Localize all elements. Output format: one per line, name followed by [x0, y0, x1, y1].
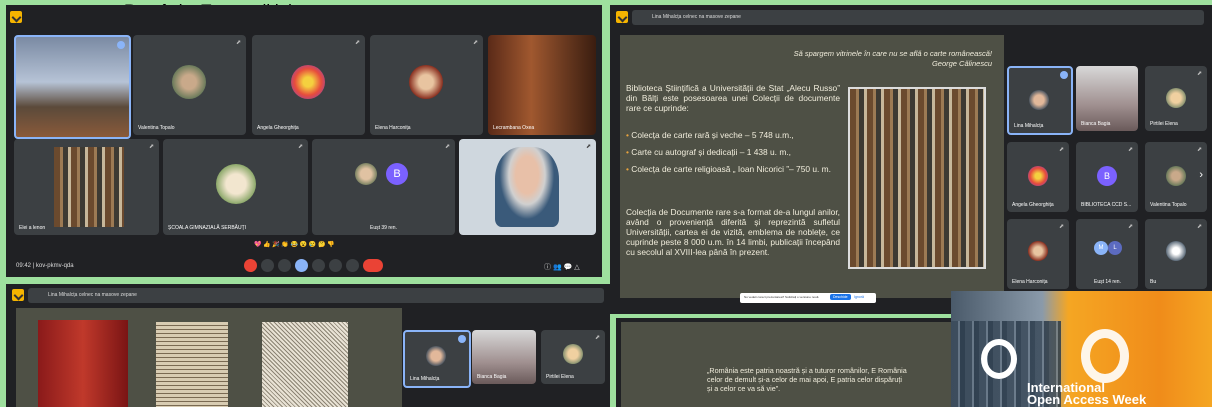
- emoji-button[interactable]: [312, 259, 325, 272]
- next-arrow-icon[interactable]: ›: [1199, 169, 1203, 181]
- captions-button[interactable]: [278, 259, 291, 272]
- open-access-week-banner: International Open Access Week: [951, 291, 1212, 407]
- participant-tile[interactable]: ⬈ Elena Harconița: [370, 35, 483, 135]
- meeting-panel-bottom-left: Lina Mihalcța celnec na masove zepane Li…: [6, 284, 610, 407]
- speaker-image: [495, 147, 559, 227]
- avatar-letter: B: [386, 163, 408, 185]
- avatar-letter: M: [1094, 241, 1108, 255]
- participant-tile[interactable]: ⬈ Bu: [1145, 219, 1207, 289]
- presentation-slide: [16, 308, 402, 407]
- participant-tile[interactable]: ⬈ Pirtilei Elena: [1145, 66, 1207, 131]
- blue-badge-icon: [1060, 71, 1068, 79]
- meet-logo-icon: [616, 11, 628, 23]
- avatar-letter: L: [1108, 241, 1122, 255]
- open-access-lock-icon: [981, 339, 1017, 379]
- slide-body: Colecția de Documente rare s-a format de…: [626, 207, 840, 257]
- camera-button[interactable]: [261, 259, 274, 272]
- meet-logo-icon: [12, 289, 24, 301]
- participant-tile[interactable]: ⬈ B BIBLIOTECA CCD S...: [1076, 142, 1138, 212]
- meeting-time: 09:42 | kov-pkmv-qda: [16, 263, 74, 269]
- shelf-image: [54, 147, 124, 227]
- meeting-panel-top-left: ⬈ Valentina Topalo ⬈ Angela Gheorghița ⬈…: [6, 5, 602, 277]
- notice-open-button[interactable]: Deschide: [830, 294, 851, 300]
- avatar: [1028, 241, 1048, 261]
- participant-tile[interactable]: Bianca Bagia: [472, 330, 536, 384]
- slide-poem: „România este patria noastră și a tuturo…: [707, 366, 907, 393]
- avatar: [355, 163, 377, 185]
- participant-tile[interactable]: Lina Mihalcța: [403, 330, 471, 388]
- avatar: [1029, 90, 1049, 110]
- share-bar: Lina Mihalcța celnec na masove zepane: [28, 288, 604, 303]
- avatar: [1166, 166, 1186, 186]
- participant-tile[interactable]: ⬈ Pirtilei Elena: [541, 330, 605, 384]
- participant-tile[interactable]: Lina Mihalcța: [1007, 66, 1073, 135]
- participant-tile[interactable]: ⬈ Angela Gheorghița: [252, 35, 365, 135]
- participant-tile[interactable]: [14, 35, 131, 139]
- avatar-letter: B: [1097, 166, 1117, 186]
- avatar: [563, 344, 583, 364]
- presentation-notice: Nu vedeti corect prezentarea? Solicitați…: [740, 293, 876, 303]
- hang-up-button[interactable]: [363, 259, 383, 272]
- presentation-slide: Să spargem vitrinele în care nu se află …: [620, 35, 1004, 298]
- more-button[interactable]: [346, 259, 359, 272]
- participant-tile[interactable]: ⬈ Elena Harconița: [1007, 219, 1069, 289]
- presentation-slide: „România este patria noastră și a tuturo…: [621, 322, 952, 407]
- info-icons[interactable]: ⓘ 👥 💬 △: [544, 262, 580, 272]
- slide-quote-author: George Călinescu: [931, 59, 992, 68]
- present-button[interactable]: [295, 259, 308, 272]
- meeting-panel-bottom-right: „România este patria noastră și a tuturo…: [616, 318, 952, 407]
- participant-tile[interactable]: ⬈ M L Eușt 14 ren.: [1076, 219, 1138, 289]
- meet-logo-icon: [10, 11, 22, 23]
- participant-tile[interactable]: ⬈ Angela Gheorghița: [1007, 142, 1069, 212]
- banner-title-line2: Open Access Week: [1027, 392, 1147, 407]
- avatar: [1166, 88, 1186, 108]
- avatar: [409, 65, 443, 99]
- participant-tile[interactable]: ⬈ Elei a lenon: [14, 139, 159, 235]
- avatar: [291, 65, 325, 99]
- participant-tile[interactable]: ⬈ B Eușt 39 ren.: [312, 139, 455, 235]
- avatar: [172, 65, 206, 99]
- avatar: [1028, 166, 1048, 186]
- slide-quote: Să spargem vitrinele în care nu se află …: [793, 49, 992, 58]
- avatar: [216, 164, 256, 204]
- participant-tile[interactable]: Lecrambana Oxea: [488, 35, 596, 135]
- book-shelf-photo: [848, 87, 986, 269]
- hand-button[interactable]: [329, 259, 342, 272]
- participant-tile[interactable]: ⬈ ȘCOALA GIMNAZIALĂ SERBĂUȚI: [163, 139, 308, 235]
- red-book-image: [38, 320, 128, 407]
- reactions-bar[interactable]: 💖 👍 🎉 👏 😂 😮 😢 🤔 👎: [254, 241, 335, 248]
- participant-tile[interactable]: ⬈: [459, 139, 596, 235]
- participant-tile[interactable]: ⬈ Valentina Topalo: [133, 35, 246, 135]
- old-book-page-image: [156, 322, 228, 407]
- notice-ignore-link[interactable]: Ignoră: [854, 295, 864, 299]
- open-access-lock-icon: [1081, 329, 1129, 383]
- blue-badge-icon: [458, 335, 466, 343]
- slide-intro: Biblioteca Științifică a Universității d…: [626, 83, 840, 113]
- blue-badge-icon: [117, 41, 125, 49]
- avatar: [426, 346, 446, 366]
- meeting-collage: { "caption": "România. Tema ediției", "p…: [0, 0, 1212, 407]
- slide-bullet-list: • Colecța de carte rară și veche – 5 748…: [626, 130, 831, 174]
- meeting-panel-top-right: Lina Mihalcța celnec na masove zepane Să…: [610, 5, 1212, 314]
- avatar: [1166, 241, 1186, 261]
- share-bar: Lina Mihalcța celnec na masove zepane: [632, 10, 1204, 25]
- participant-tile[interactable]: Bianca Bagia: [1076, 66, 1138, 131]
- engraving-image: [262, 322, 348, 407]
- participant-tile[interactable]: ⬈ Valentina Topalo ›: [1145, 142, 1207, 212]
- mic-off-button[interactable]: [244, 259, 257, 272]
